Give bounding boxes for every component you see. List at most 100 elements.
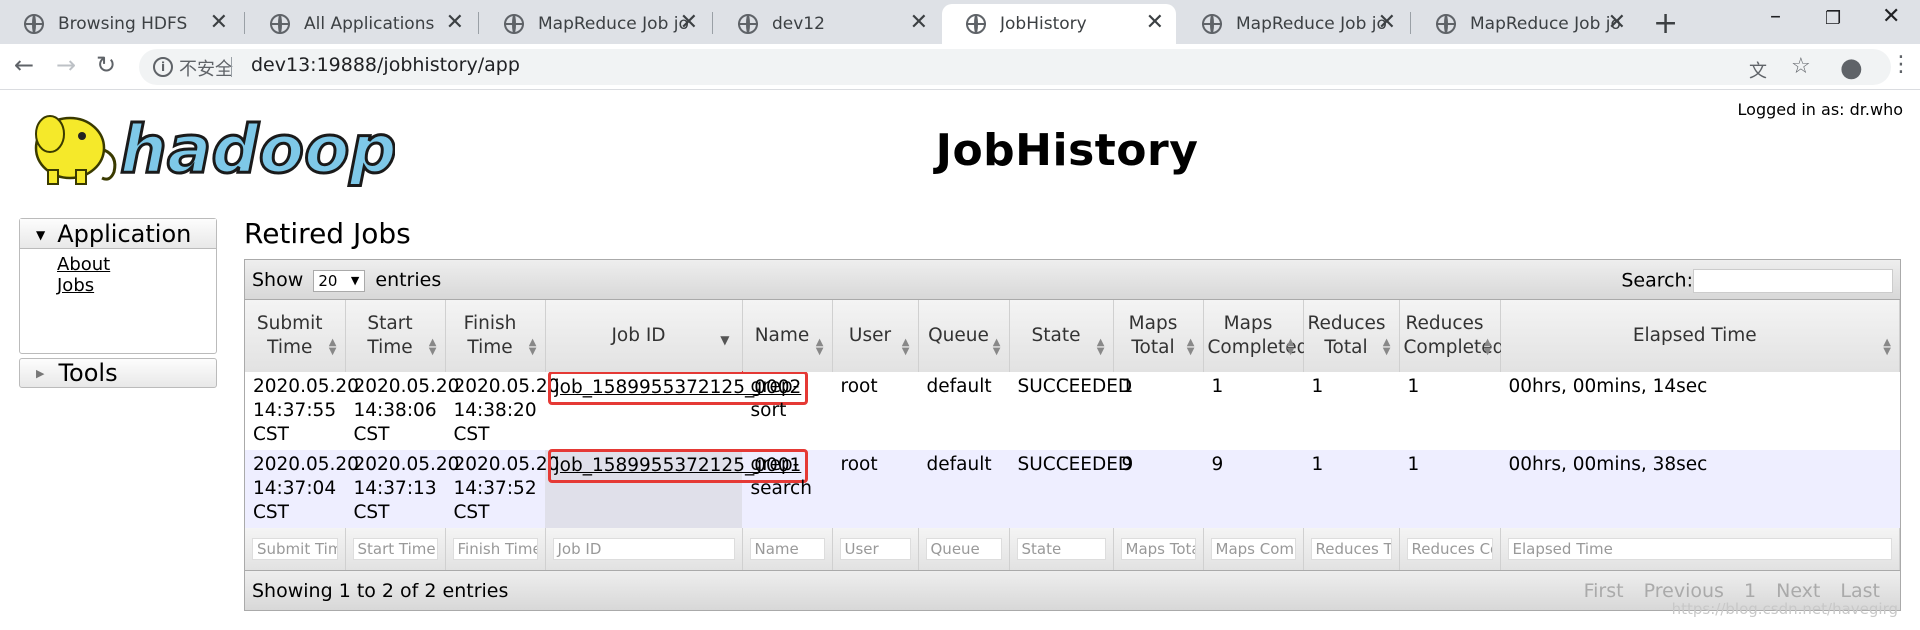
page-title: JobHistory [935, 125, 1199, 176]
column-header-finish-time[interactable]: Finish Time ▲ ▼ [445, 300, 546, 372]
tab-strip: Browsing HDFS ✕ All Applications ✕ MapRe… [0, 0, 1920, 44]
close-icon[interactable]: ✕ [1608, 12, 1626, 34]
reduces-total-cell: 1 [1303, 450, 1399, 528]
close-icon[interactable]: ✕ [1146, 12, 1164, 34]
finish-time-cell: 2020.05.20 14:37:52 CST [445, 450, 559, 528]
pager-page[interactable]: 1 [1744, 580, 1756, 602]
pager-first[interactable]: First [1584, 580, 1624, 602]
caret-right-icon: ▶ [36, 367, 45, 380]
translate-icon[interactable]: 文 [1749, 57, 1767, 83]
column-header-reduces-total[interactable]: Reduces Total ▲ ▼ [1303, 300, 1400, 372]
close-icon[interactable]: ✕ [680, 12, 698, 34]
menu-icon[interactable]: ⋮ [1890, 52, 1912, 77]
star-icon[interactable]: ☆ [1791, 54, 1811, 79]
filter-elapsed-time[interactable]: Elapsed Time [1507, 538, 1892, 560]
start-time-cell: 2020.05.20 14:38:06 CST [345, 372, 459, 450]
tools-label: Tools [58, 359, 118, 387]
filter-state[interactable]: State [1016, 538, 1106, 560]
back-icon[interactable]: ← [14, 51, 34, 79]
entries-select[interactable]: 20 ▼ [313, 269, 366, 292]
page-length-control: Show 20 ▼ entries [252, 269, 441, 292]
minimize-icon[interactable]: – [1770, 4, 1781, 29]
jobs-grid: Submit Time ▲ ▼ Start Time ▲ ▼ Finish Time ▲ ▼… [245, 300, 1900, 570]
queue-cell: default [918, 450, 1009, 528]
column-header-maps-completed[interactable]: Maps Completed ▲ ▼ [1203, 300, 1308, 372]
forward-icon[interactable]: → [56, 51, 76, 79]
profile-icon[interactable]: ● [1840, 53, 1863, 83]
column-header-job-id[interactable]: Job ID ▼ [545, 300, 743, 372]
tab-browsing-hdfs[interactable]: Browsing HDFS ✕ [0, 4, 240, 44]
page-content: hadoop Logged in as: dr.who JobHistory ▼… [0, 90, 1920, 630]
plus-icon[interactable]: + [1653, 6, 1678, 41]
tab-mapreduce-job[interactable]: MapReduce Job job_ ✕ [1412, 4, 1638, 44]
section-title: Retired Jobs [244, 217, 411, 250]
column-header-start-time[interactable]: Start Time ▲ ▼ [345, 300, 446, 372]
column-header-maps-total[interactable]: Maps Total ▲ ▼ [1113, 300, 1204, 372]
info-icon[interactable]: i [153, 57, 173, 77]
globe-icon [24, 14, 44, 34]
queue-cell: default [918, 372, 1009, 450]
filter-start-time[interactable]: Start Time [352, 538, 438, 560]
insecure-label: 不安全 [179, 59, 233, 80]
column-header-elapsed-time[interactable]: Elapsed Time ▲ ▼ [1500, 300, 1900, 372]
pager-last[interactable]: Last [1840, 580, 1880, 602]
tab-mapreduce-job[interactable]: MapReduce Job job_ ✕ [1178, 4, 1408, 44]
filter-name[interactable]: Name [749, 538, 825, 560]
nav-link-jobs[interactable]: Jobs [20, 275, 216, 296]
watermark: https://blog.csdn.net/havegirg [1671, 600, 1898, 618]
sort-icon: ▲ ▼ [1186, 337, 1195, 357]
close-icon[interactable]: ✕ [910, 12, 928, 34]
filter-maps-total[interactable]: Maps Total [1120, 538, 1196, 560]
tab-title: MapReduce Job job_ [1236, 14, 1386, 34]
globe-icon [966, 14, 986, 34]
column-header-reduces-completed[interactable]: Reduces Completed ▲ ▼ [1399, 300, 1504, 372]
column-header-submit-time[interactable]: Submit Time ▲ ▼ [245, 300, 346, 372]
filter-job-id[interactable]: Job ID [552, 538, 735, 560]
pager-next[interactable]: Next [1776, 580, 1820, 602]
pager-previous[interactable]: Previous [1644, 580, 1724, 602]
filter-reduces-completed[interactable]: Reduces Com [1406, 538, 1493, 560]
close-icon[interactable]: ✕ [1378, 12, 1396, 34]
entries-label: entries [375, 269, 442, 291]
tab-jobhistory[interactable]: JobHistory ✕ [942, 4, 1176, 44]
filter-submit-time[interactable]: Submit Time [252, 538, 338, 560]
address-bar[interactable]: i 不安全 dev13:19888/jobhistory/app 文 ☆ [139, 49, 1891, 85]
tools-header[interactable]: ▶ Tools [19, 358, 217, 388]
close-icon[interactable]: ✕ [210, 12, 228, 34]
reduces-completed-cell: 1 [1399, 372, 1500, 450]
filter-queue[interactable]: Queue [925, 538, 1002, 560]
search-input[interactable] [1693, 269, 1893, 293]
tab-dev12[interactable]: dev12 ✕ [714, 4, 940, 44]
tab-all-applications[interactable]: All Applications ✕ [246, 4, 476, 44]
column-header-name[interactable]: Name ▲ ▼ [742, 300, 833, 372]
column-header-queue[interactable]: Queue ▲ ▼ [918, 300, 1010, 372]
start-time-cell: 2020.05.20 14:37:13 CST [345, 450, 459, 528]
state-cell: SUCCEEDED [1009, 450, 1132, 528]
restore-icon[interactable]: ❐ [1825, 8, 1841, 29]
application-header[interactable]: ▼ Application [20, 219, 216, 249]
reload-icon[interactable]: ↻ [96, 51, 116, 79]
application-label: Application [57, 220, 192, 248]
sort-icon: ▲ ▼ [815, 337, 824, 357]
filter-user[interactable]: User [839, 538, 911, 560]
filter-maps-completed[interactable]: Maps Complet [1210, 538, 1296, 560]
user-cell: root [832, 372, 918, 450]
window-close-icon[interactable]: ✕ [1882, 4, 1900, 29]
nav-link-about[interactable]: About [20, 254, 216, 275]
sort-icon: ▲ ▼ [901, 337, 910, 357]
sort-icon: ▲ ▼ [992, 337, 1001, 357]
column-header-user[interactable]: User ▲ ▼ [832, 300, 919, 372]
logged-in-label: Logged in as: dr.who [1737, 100, 1903, 119]
jobs-table: Show 20 ▼ entries Search: Submit Time ▲ ▼ S… [244, 259, 1901, 611]
filter-reduces-total[interactable]: Reduces Tota [1310, 538, 1392, 560]
filter-row: Submit Time Start Time Finish Time Job I… [245, 528, 1900, 570]
filter-finish-time[interactable]: Finish Time [452, 538, 538, 560]
pagination: First Previous 1 Next Last [1570, 580, 1880, 602]
tab-title: dev12 [772, 14, 825, 34]
column-header-state[interactable]: State ▲ ▼ [1009, 300, 1114, 372]
state-cell: SUCCEEDED [1009, 372, 1132, 450]
tab-mapreduce-job[interactable]: MapReduce Job job_ ✕ [480, 4, 710, 44]
url-text[interactable]: dev13:19888/jobhistory/app [251, 54, 520, 76]
close-icon[interactable]: ✕ [446, 12, 464, 34]
sort-desc-icon: ▼ [720, 333, 730, 347]
